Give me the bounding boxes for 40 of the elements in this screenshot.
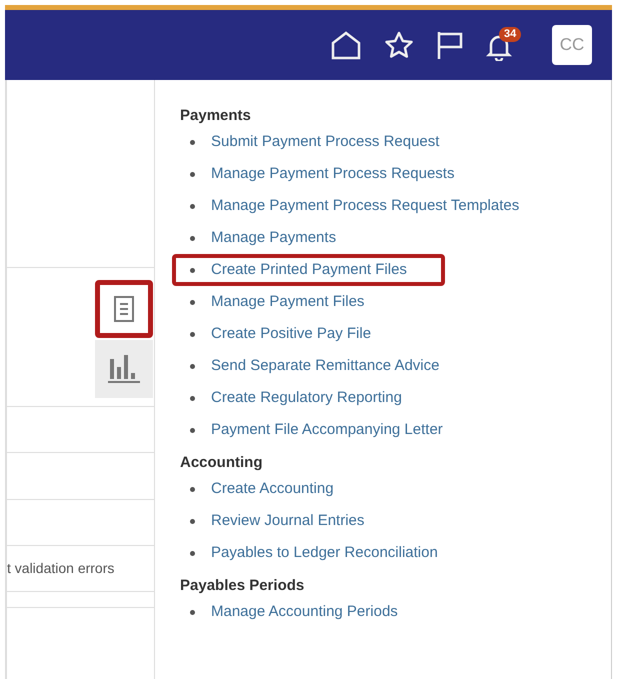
menu-link[interactable]: Payment File Accompanying Letter bbox=[211, 418, 443, 442]
menu-link[interactable]: Create Regulatory Reporting bbox=[211, 386, 402, 410]
menu-link[interactable]: Create Accounting bbox=[211, 478, 334, 500]
section-heading: Payments bbox=[180, 106, 252, 126]
flag-icon[interactable] bbox=[436, 30, 464, 60]
menu-link[interactable]: Manage Payment Files bbox=[211, 290, 364, 314]
menu-link[interactable]: Manage Accounting Periods bbox=[211, 600, 398, 624]
chart-view-button[interactable] bbox=[95, 340, 153, 398]
menu-link[interactable]: Payables to Ledger Reconciliation bbox=[211, 542, 438, 564]
bullet-icon bbox=[190, 428, 195, 432]
bullet-icon bbox=[190, 364, 195, 368]
bullet-icon bbox=[190, 300, 195, 304]
user-avatar[interactable]: CC bbox=[552, 25, 592, 65]
menu-link[interactable]: Send Separate Remittance Advice bbox=[211, 354, 440, 378]
bullet-icon bbox=[190, 268, 195, 272]
star-icon[interactable] bbox=[384, 31, 414, 59]
menu-link[interactable]: Manage Payment Process Requests bbox=[211, 162, 454, 186]
section-heading: Accounting bbox=[180, 453, 264, 473]
row-text: t validation errors bbox=[7, 559, 114, 578]
bullet-icon bbox=[190, 518, 195, 524]
bullet-icon bbox=[190, 140, 195, 144]
home-icon[interactable] bbox=[330, 30, 362, 60]
list-view-button[interactable] bbox=[95, 280, 153, 338]
bullet-icon bbox=[190, 332, 195, 336]
bullet-icon bbox=[190, 550, 195, 556]
menu-link[interactable]: Review Journal Entries bbox=[211, 510, 364, 532]
bullet-icon bbox=[190, 236, 195, 240]
bullet-icon bbox=[190, 204, 195, 208]
bullet-icon bbox=[190, 610, 195, 614]
menu-link[interactable]: Manage Payments bbox=[211, 226, 336, 250]
bullet-icon bbox=[190, 172, 195, 176]
menu-link[interactable]: Submit Payment Process Request bbox=[211, 130, 440, 154]
menu-link[interactable]: Create Positive Pay File bbox=[211, 322, 372, 346]
section-heading: Payables Periods bbox=[180, 576, 306, 596]
menu-link[interactable]: Manage Payment Process Request Templates bbox=[211, 194, 520, 218]
bullet-icon bbox=[190, 486, 195, 492]
document-icon bbox=[113, 295, 135, 323]
bar-chart-icon bbox=[107, 353, 141, 385]
bullet-icon bbox=[190, 396, 195, 400]
notification-count-badge: 34 bbox=[499, 27, 522, 42]
